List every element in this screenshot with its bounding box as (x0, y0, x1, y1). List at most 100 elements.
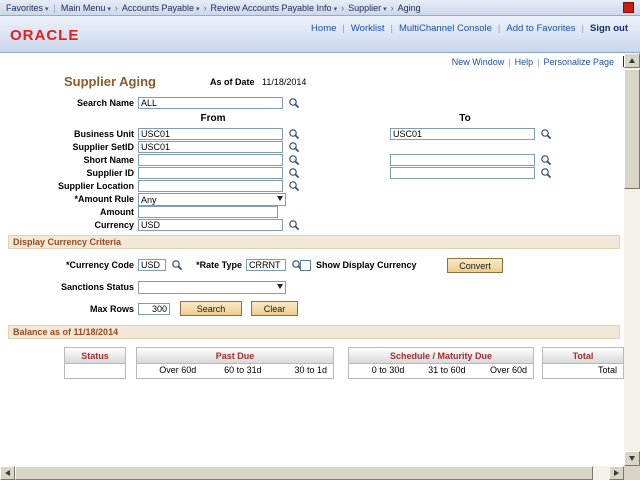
breadcrumb-separator (201, 3, 208, 13)
lookup-icon[interactable] (540, 167, 552, 179)
dropdown-arrow-icon (277, 284, 283, 292)
currency-code-input[interactable] (138, 259, 166, 271)
breadcrumb-separator (113, 3, 120, 13)
breadcrumb-supplier[interactable]: Supplier (346, 3, 389, 13)
app-header: ORACLE Home Worklist MultiChannel Consol… (0, 16, 640, 53)
breadcrumb-accounts-payable[interactable]: Accounts Payable (120, 3, 202, 13)
worklist-link[interactable]: Worklist (345, 23, 391, 34)
breadcrumb-separator (389, 3, 396, 13)
max-rows-row: Max Rows (0, 303, 620, 316)
lookup-icon[interactable] (540, 154, 552, 166)
as-of-date-label: As of Date (210, 77, 255, 87)
supplier-setid-input[interactable] (138, 141, 283, 153)
breadcrumb-main-menu[interactable]: Main Menu (59, 3, 113, 13)
lookup-icon[interactable] (540, 128, 552, 140)
short-name-from-input[interactable] (138, 154, 283, 166)
supplier-location-input[interactable] (138, 180, 283, 192)
breadcrumb-aging: Aging (396, 3, 423, 13)
multichannel-console-link[interactable]: MultiChannel Console (393, 23, 498, 34)
home-link[interactable]: Home (305, 23, 342, 34)
currency-input[interactable] (138, 219, 283, 231)
convert-button[interactable]: Convert (447, 258, 503, 273)
supplier-id-from-input[interactable] (138, 167, 283, 179)
amount-rule-row: *Amount Rule Any (0, 193, 620, 206)
grid-subheader-total: Total (543, 364, 623, 378)
currency-row: Currency (0, 219, 620, 232)
dropdown-arrow-icon (277, 196, 283, 204)
grid-subheader-schedule-maturity: 0 to 30d 31 to 60d Over 60d (349, 364, 533, 378)
supplier-setid-row: Supplier SetID (0, 141, 620, 154)
display-currency-criteria-header[interactable]: Display Currency Criteria (8, 235, 620, 249)
sign-out-link[interactable]: Sign out (584, 23, 634, 34)
amount-rule-label: *Amount Rule (0, 194, 134, 204)
amount-row: Amount (0, 206, 620, 219)
amount-label: Amount (0, 207, 134, 217)
nav-red-icon[interactable] (623, 2, 634, 13)
sanctions-status-select[interactable] (138, 281, 286, 294)
business-unit-from-input[interactable] (138, 128, 283, 140)
search-button[interactable]: Search (180, 301, 242, 316)
lookup-icon[interactable] (288, 141, 300, 153)
breadcrumb-review-ap-info[interactable]: Review Accounts Payable Info (208, 3, 339, 13)
lookup-icon[interactable] (288, 97, 300, 109)
grid-col-30-to-1d: 30 to 1d (268, 364, 333, 378)
grid-subheader-status (65, 364, 125, 378)
lookup-icon[interactable] (288, 180, 300, 192)
show-display-currency-label: Show Display Currency (316, 260, 417, 270)
page-title: Supplier Aging (64, 74, 156, 89)
amount-rule-value: Any (141, 195, 157, 205)
short-name-to-input[interactable] (390, 154, 535, 166)
search-name-input[interactable] (138, 97, 283, 109)
lookup-icon[interactable] (288, 219, 300, 231)
breadcrumb-favorites[interactable]: Favorites (4, 3, 51, 13)
supplier-location-label: Supplier Location (0, 181, 134, 191)
scroll-left-button[interactable] (0, 466, 15, 480)
grid-header-past-due: Past Due (137, 348, 333, 364)
scroll-down-button[interactable] (624, 451, 640, 466)
grid-header-schedule-maturity: Schedule / Maturity Due (349, 348, 533, 364)
balance-section-header[interactable]: Balance as of 11/18/2014 (8, 325, 620, 339)
as-of-date-value: 11/18/2014 (262, 77, 306, 87)
grid-col-0-to-30d: 0 to 30d (349, 364, 410, 378)
vertical-scrollbar[interactable] (624, 53, 640, 466)
personalize-page-link[interactable]: Personalize Page (539, 57, 618, 67)
supplier-id-to-input[interactable] (390, 167, 535, 179)
header-links: Home Worklist MultiChannel Console Add t… (305, 23, 634, 34)
breadcrumb: Favorites Main Menu Accounts Payable Rev… (0, 0, 640, 16)
lookup-icon[interactable] (171, 259, 183, 271)
breadcrumb-separator (339, 3, 346, 13)
grid-col-over-60d-future: Over 60d (472, 364, 533, 378)
rate-type-input[interactable] (246, 259, 286, 271)
scroll-up-button[interactable] (624, 53, 640, 68)
business-unit-to-input[interactable] (390, 128, 535, 140)
horizontal-scrollbar[interactable] (0, 466, 624, 480)
grid-group-past-due: Past Due Over 60d 60 to 31d 30 to 1d (136, 347, 334, 379)
show-display-currency-checkbox[interactable] (300, 260, 311, 271)
display-currency-row: *Currency Code *Rate Type Show Display C… (0, 259, 620, 272)
clear-button[interactable]: Clear (251, 301, 298, 316)
search-name-label: Search Name (0, 98, 134, 108)
new-window-link[interactable]: New Window (448, 57, 509, 67)
amount-input[interactable] (138, 206, 278, 218)
lookup-icon[interactable] (288, 154, 300, 166)
scroll-right-button[interactable] (609, 466, 624, 480)
horizontal-scroll-thumb[interactable] (15, 466, 593, 480)
add-to-favorites-link[interactable]: Add to Favorites (500, 23, 581, 34)
help-link[interactable]: Help (511, 57, 538, 67)
lookup-icon[interactable] (288, 167, 300, 179)
currency-label: Currency (0, 220, 134, 230)
left-arrow-icon (2, 470, 10, 476)
up-arrow-icon (629, 55, 635, 63)
business-unit-label: Business Unit (0, 129, 134, 139)
rate-type-label: *Rate Type (182, 260, 242, 270)
max-rows-input[interactable] (138, 303, 170, 315)
supplier-location-row: Supplier Location (0, 180, 620, 193)
breadcrumb-separator (51, 3, 59, 13)
grid-col-60-to-31d: 60 to 31d (202, 364, 267, 378)
currency-code-label: *Currency Code (0, 260, 134, 270)
lookup-icon[interactable] (288, 128, 300, 140)
grid-group-schedule-maturity: Schedule / Maturity Due 0 to 30d 31 to 6… (348, 347, 534, 379)
peoplesoft-window: Favorites Main Menu Accounts Payable Rev… (0, 0, 640, 480)
vertical-scroll-thumb[interactable] (624, 69, 640, 189)
amount-rule-select[interactable]: Any (138, 193, 286, 206)
